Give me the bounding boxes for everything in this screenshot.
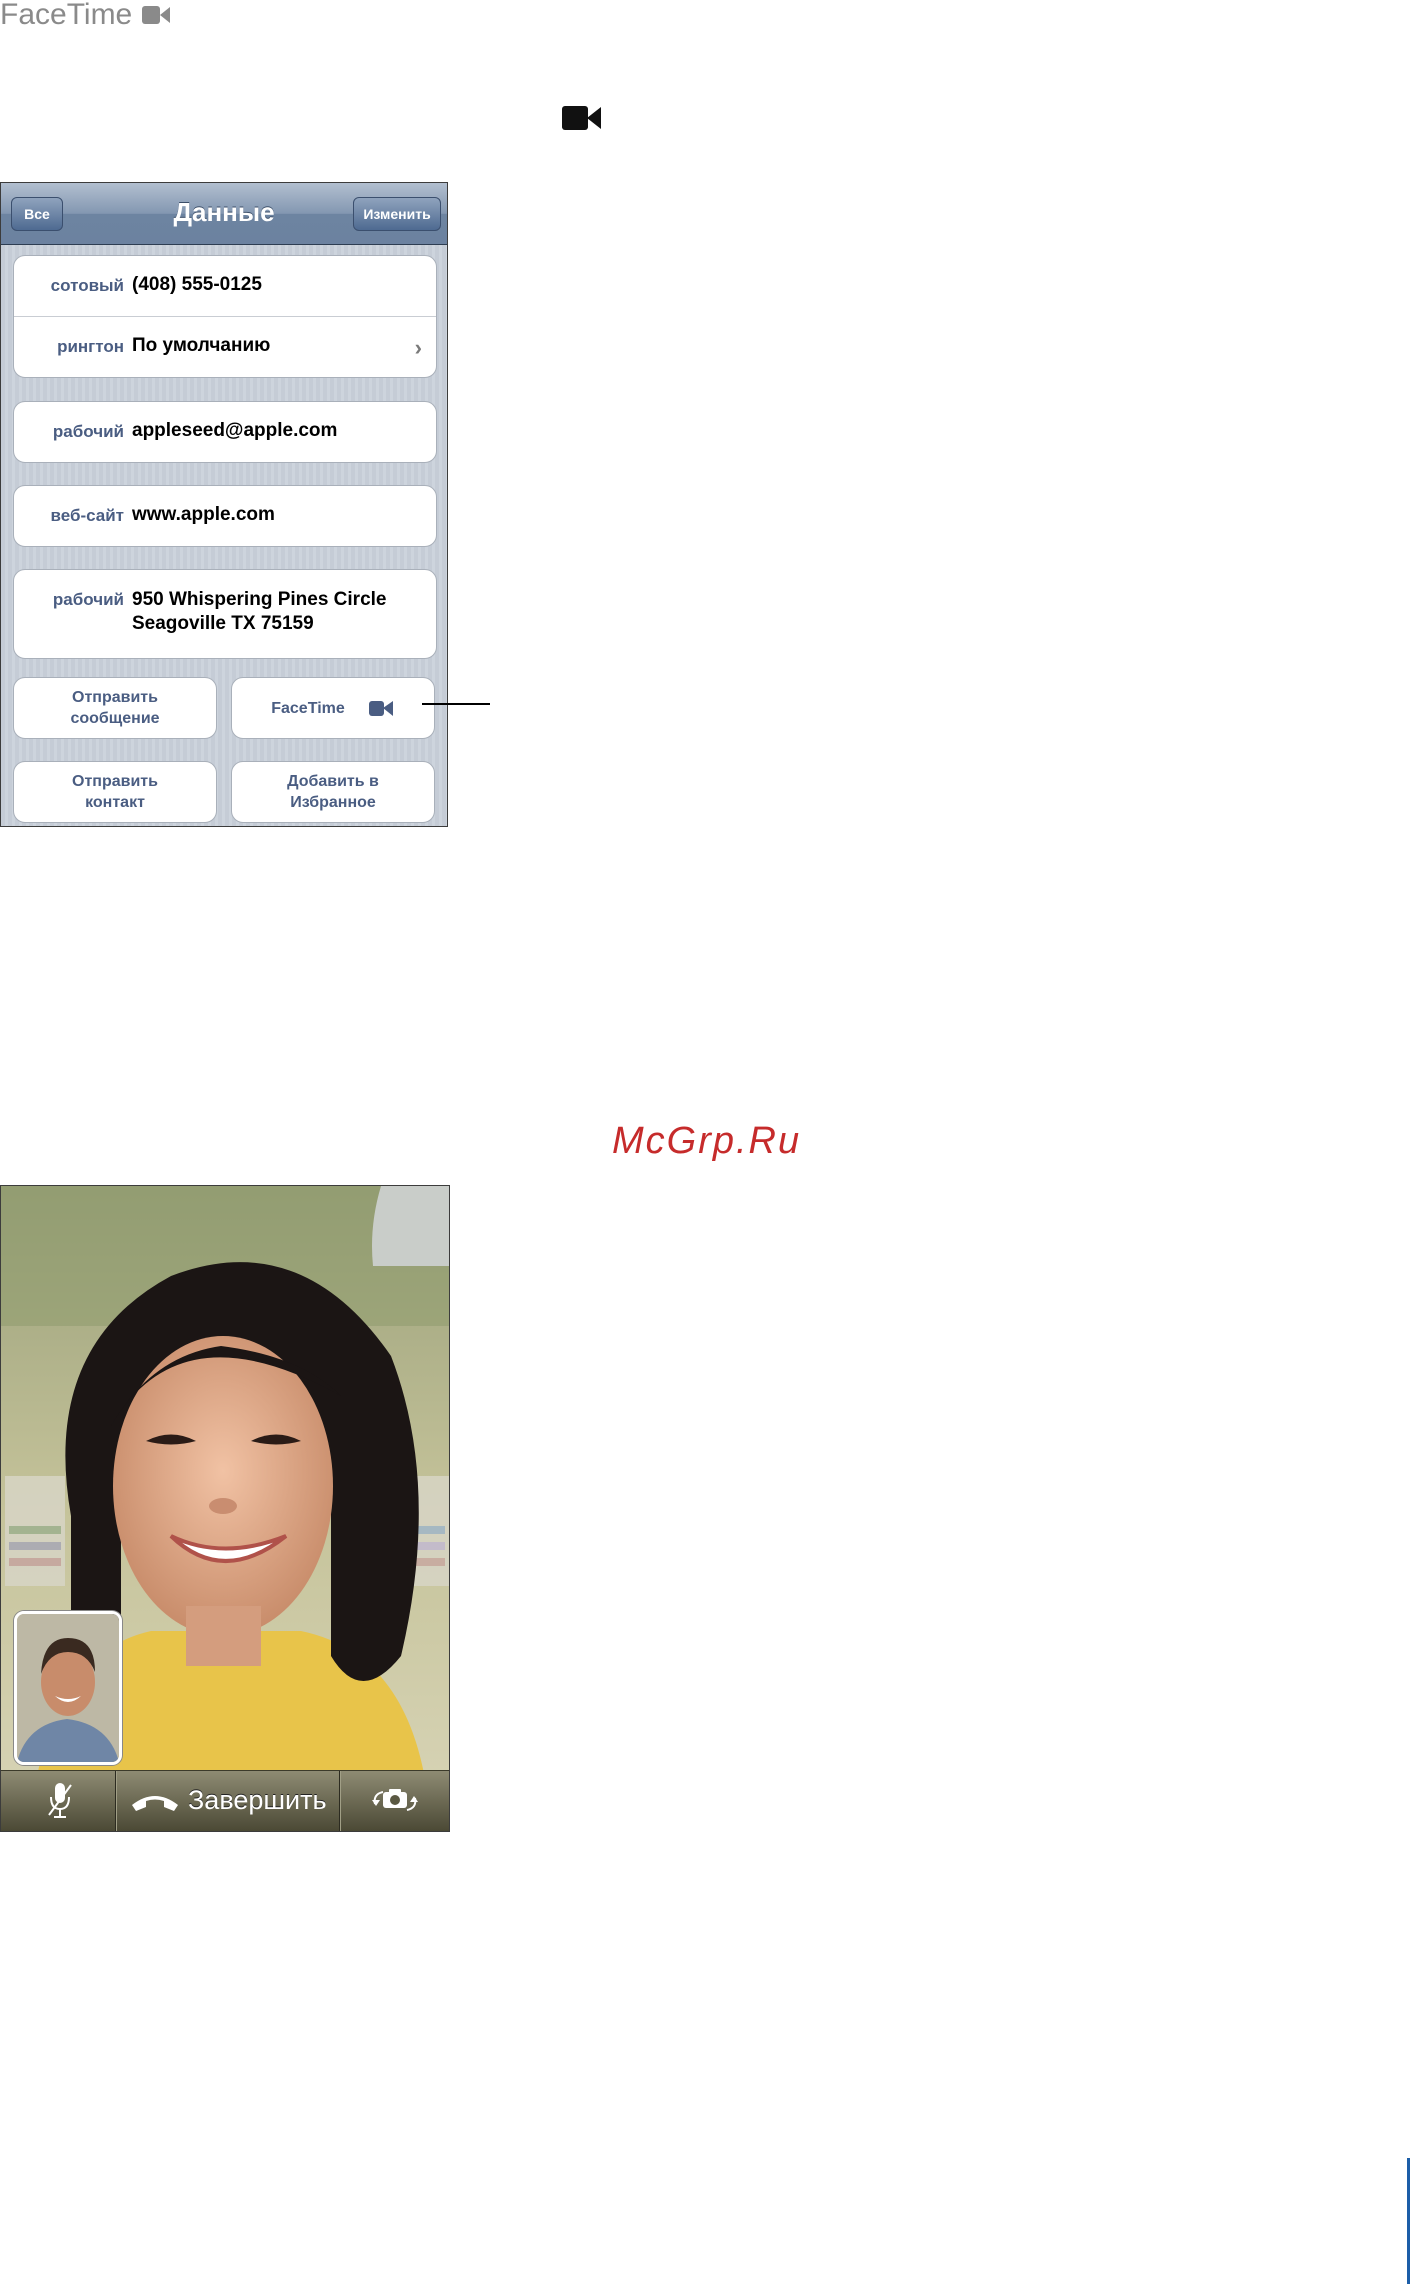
address-row[interactable]: рабочий 950 Whispering Pines Circle Seag… [14, 570, 436, 658]
phone-hangup-icon [132, 1796, 178, 1811]
facetime-call-screen: Завершить [0, 1185, 450, 1832]
navigation-bar: Все Данные Изменить [1, 183, 447, 245]
microphone-mute-icon [48, 1783, 72, 1818]
edit-button[interactable]: Изменить [353, 197, 441, 231]
button-label-line-1: Отправить [72, 773, 158, 790]
website-row[interactable]: веб-сайт www.apple.com [14, 486, 436, 546]
field-label: веб-сайт [50, 506, 124, 525]
ringtone-row[interactable]: рингтон По умолчанию › [14, 316, 436, 377]
email-row[interactable]: рабочий appleseed@apple.com [14, 402, 436, 462]
video-camera-icon [562, 106, 602, 130]
section-header: FaceTime [0, 0, 171, 31]
watermark: McGrp.Ru [612, 1120, 802, 1162]
ringtone-value: По умолчанию [132, 335, 271, 356]
button-label-line-1: Добавить в [287, 773, 379, 790]
share-contact-button[interactable]: Отправить контакт [13, 761, 217, 823]
local-video-feed [17, 1614, 119, 1762]
button-label-line-2: Избранное [290, 794, 376, 811]
address-line-1: 950 Whispering Pines Circle [132, 589, 387, 610]
send-message-button[interactable]: Отправить сообщение [13, 677, 217, 739]
video-camera-icon [142, 6, 171, 24]
website-group: веб-сайт www.apple.com [13, 485, 437, 547]
add-to-favorites-button[interactable]: Добавить в Избранное [231, 761, 435, 823]
contact-details-screen: Все Данные Изменить сотовый (408) 555-01… [0, 182, 448, 827]
self-preview[interactable] [14, 1611, 122, 1765]
end-call-button[interactable]: Завершить [116, 1771, 339, 1831]
button-label-line-2: сообщение [70, 710, 160, 727]
field-label: рингтон [57, 337, 124, 356]
chevron-right-icon: › [414, 335, 422, 360]
field-label: сотовый [50, 276, 124, 295]
video-camera-icon [368, 700, 395, 716]
phone-group: сотовый (408) 555-0125 рингтон По умолча… [13, 255, 437, 378]
website-value: www.apple.com [132, 504, 275, 525]
phone-number: (408) 555-0125 [132, 274, 262, 295]
callout-line [422, 703, 490, 705]
address-group: рабочий 950 Whispering Pines Circle Seag… [13, 569, 437, 659]
switch-camera-button[interactable] [340, 1771, 449, 1831]
mute-button[interactable] [1, 1771, 115, 1831]
button-label-line-2: контакт [85, 794, 145, 811]
camera-switch-icon [372, 1789, 418, 1811]
field-label: рабочий [52, 422, 124, 441]
facetime-label: FaceTime [271, 699, 345, 717]
facetime-button[interactable]: FaceTime [231, 677, 435, 739]
page-edge-rule [1407, 2158, 1410, 2284]
end-call-label: Завершить [188, 1785, 327, 1815]
email-value: appleseed@apple.com [132, 420, 338, 441]
address-value: 950 Whispering Pines Circle Seagoville T… [132, 588, 386, 636]
phone-row[interactable]: сотовый (408) 555-0125 [14, 256, 436, 316]
address-line-2: Seagoville TX 75159 [132, 613, 314, 634]
call-controls-bar: Завершить [1, 1770, 449, 1831]
field-label: рабочий [52, 590, 124, 609]
section-title: FaceTime [0, 0, 133, 31]
button-label-line-1: Отправить [72, 689, 158, 706]
email-group: рабочий appleseed@apple.com [13, 401, 437, 463]
